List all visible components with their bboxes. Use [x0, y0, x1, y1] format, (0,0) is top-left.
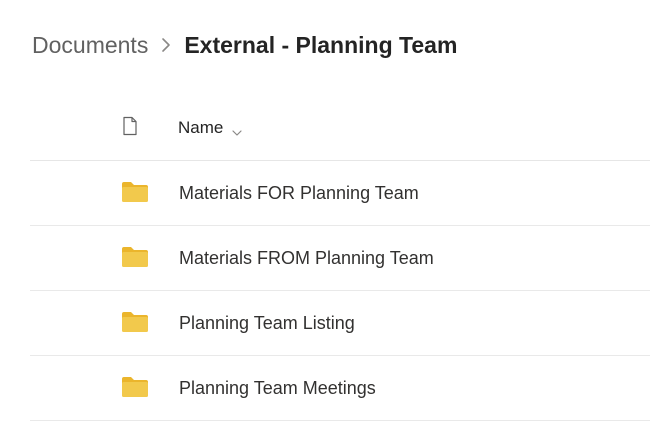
breadcrumb: Documents External - Planning Team	[32, 29, 457, 61]
list-item[interactable]: Materials FOR Planning Team	[30, 161, 650, 226]
breadcrumb-documents-link[interactable]: Documents	[32, 29, 148, 61]
folder-icon	[121, 376, 149, 398]
folder-icon	[121, 181, 149, 203]
list-item-name: Materials FOR Planning Team	[179, 183, 419, 203]
folder-icon	[121, 246, 149, 268]
list-item[interactable]: Materials FROM Planning Team	[30, 226, 650, 291]
file-list-header: Name	[30, 96, 650, 161]
list-item[interactable]: Planning Team Meetings	[30, 356, 650, 421]
list-item-name: Materials FROM Planning Team	[179, 248, 434, 268]
document-library-page: Documents External - Planning Team Name	[0, 0, 650, 440]
list-item-name: Planning Team Meetings	[179, 378, 376, 398]
chevron-right-icon	[148, 29, 184, 61]
name-column-label: Name	[178, 118, 224, 137]
document-icon	[122, 116, 138, 136]
list-item-name: Planning Team Listing	[179, 313, 355, 333]
file-list: Name Materials FOR Planning Team Materia…	[30, 96, 650, 421]
list-item[interactable]: Planning Team Listing	[30, 291, 650, 356]
breadcrumb-current-folder: External - Planning Team	[184, 32, 458, 58]
name-column-header[interactable]: Name	[178, 116, 243, 140]
folder-icon	[121, 311, 149, 333]
chevron-down-icon	[231, 122, 243, 136]
